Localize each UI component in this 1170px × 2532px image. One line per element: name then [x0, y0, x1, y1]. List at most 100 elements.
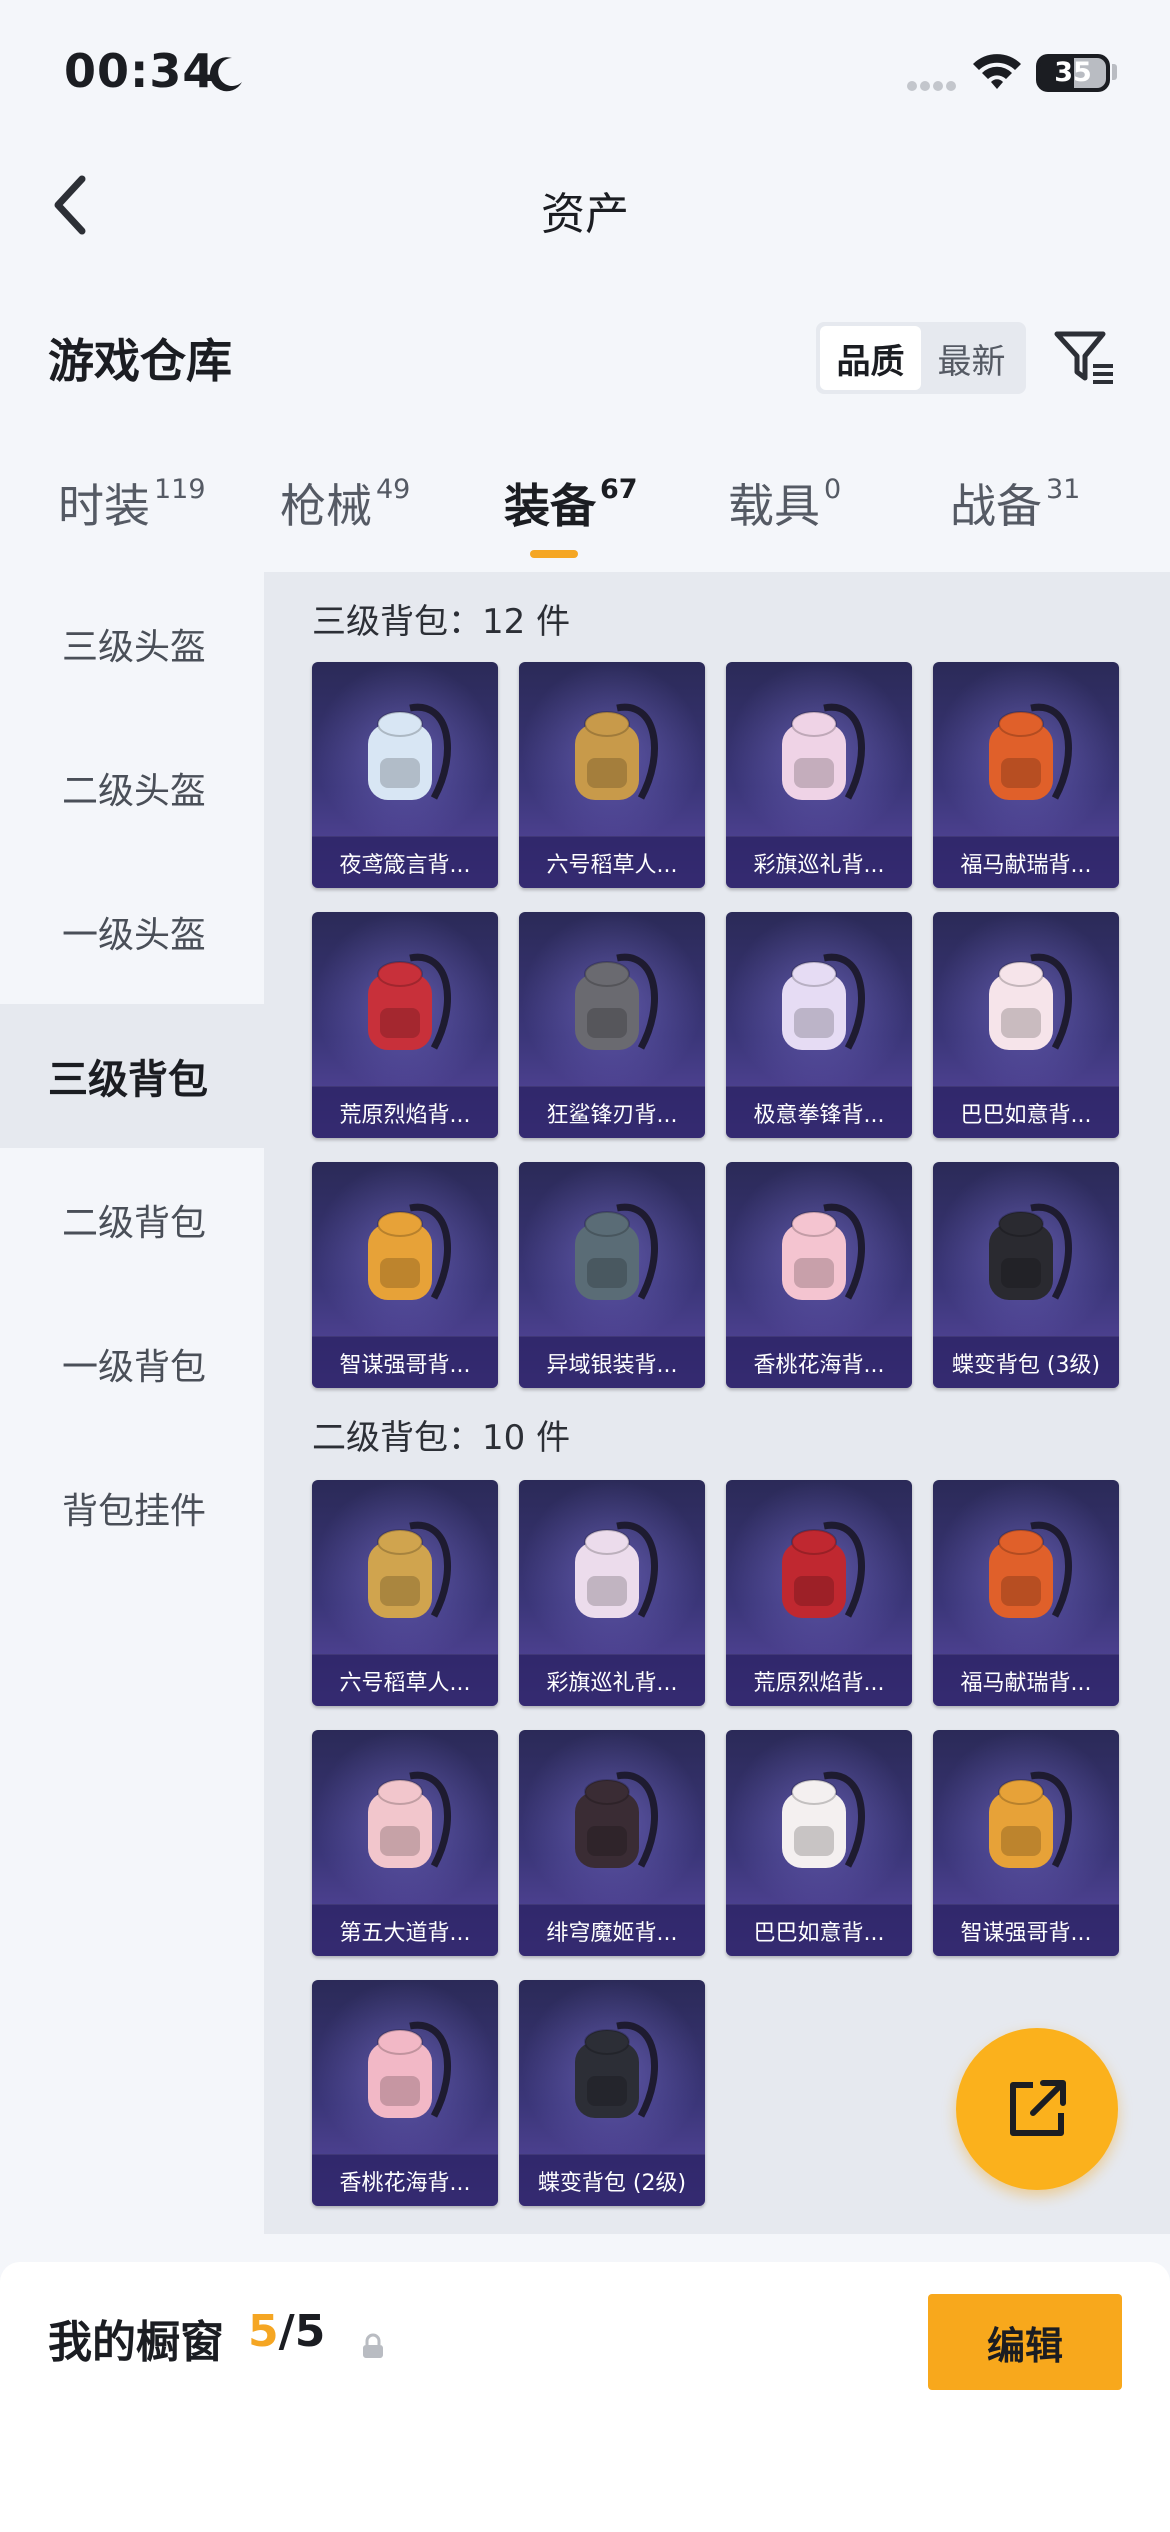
- item-card[interactable]: 蝶变背包 (3级): [933, 1162, 1119, 1388]
- battery-level: 35: [1054, 57, 1092, 88]
- filter-icon: [1054, 331, 1113, 384]
- item-card-label: 福马献瑞背...: [933, 836, 1119, 888]
- item-card[interactable]: 六号稻草人...: [312, 1480, 498, 1706]
- tab-firearms[interactable]: 枪械 49: [280, 470, 410, 536]
- backpack-image: [575, 1771, 658, 1868]
- showcase-current: 5: [248, 2306, 279, 2357]
- tab-supplies[interactable]: 战备 31: [950, 470, 1080, 536]
- active-tab-indicator: [530, 550, 578, 558]
- share-icon: [1010, 2080, 1066, 2136]
- sort-option-quality[interactable]: 品质: [820, 326, 921, 390]
- showcase-bar: 我的橱窗 5/5 编辑: [0, 2262, 1170, 2532]
- tab-vehicles[interactable]: 载具 0: [728, 470, 841, 536]
- item-card-label: 六号稻草人...: [312, 1654, 498, 1706]
- item-card[interactable]: 狂鲨锋刃背...: [519, 912, 705, 1138]
- item-card[interactable]: 彩旗巡礼背...: [519, 1480, 705, 1706]
- item-card-label: 蝶变背包 (3级): [933, 1336, 1119, 1388]
- sidebar-item-backpack-lv2[interactable]: 二级背包: [0, 1148, 264, 1292]
- sidebar-item-backpack-charm[interactable]: 背包挂件: [0, 1436, 264, 1580]
- backpack-image: [989, 1771, 1072, 1868]
- item-card-label: 香桃花海背...: [312, 2154, 498, 2206]
- backpack-image: [989, 1203, 1072, 1300]
- item-card-label: 巴巴如意背...: [933, 1086, 1119, 1138]
- tab-equipment[interactable]: 装备 67: [504, 470, 638, 536]
- tab-count: 31: [1046, 473, 1081, 505]
- sort-option-latest[interactable]: 最新: [921, 326, 1022, 390]
- tab-count: 67: [600, 473, 638, 505]
- share-button[interactable]: [956, 2028, 1118, 2190]
- back-button[interactable]: [40, 170, 100, 240]
- tab-label: 时装: [58, 479, 150, 533]
- item-card-label: 六号稻草人...: [519, 836, 705, 888]
- item-card[interactable]: 巴巴如意背...: [933, 912, 1119, 1138]
- tab-count: 119: [154, 473, 206, 505]
- item-card-label: 绯穹魔姬背...: [519, 1904, 705, 1956]
- sidebar-item-helmet-lv1[interactable]: 一级头盔: [0, 860, 264, 1004]
- item-card-label: 荒原烈焰背...: [726, 1654, 912, 1706]
- tab-label: 枪械: [280, 479, 372, 533]
- backpack-image: [989, 953, 1072, 1050]
- section-title-lv2: 二级背包：10 件: [312, 1418, 571, 1458]
- backpack-image: [782, 1203, 865, 1300]
- tab-label: 装备: [504, 479, 596, 533]
- item-card-label: 彩旗巡礼背...: [726, 836, 912, 888]
- edit-button[interactable]: 编辑: [928, 2294, 1122, 2390]
- sidebar-item-backpack-lv1[interactable]: 一级背包: [0, 1292, 264, 1436]
- backpack-image: [368, 2021, 451, 2118]
- status-time: 00:34: [64, 44, 216, 98]
- item-card[interactable]: 福马献瑞背...: [933, 662, 1119, 888]
- tab-label: 战备: [950, 479, 1042, 533]
- sidebar-item-helmet-lv2[interactable]: 二级头盔: [0, 716, 264, 860]
- item-card[interactable]: 智谋强哥背...: [312, 1162, 498, 1388]
- item-card[interactable]: 智谋强哥背...: [933, 1730, 1119, 1956]
- tab-count: 49: [376, 473, 411, 505]
- warehouse-heading: 游戏仓库: [48, 334, 232, 388]
- tab-count: 0: [824, 473, 842, 505]
- item-card[interactable]: 福马献瑞背...: [933, 1480, 1119, 1706]
- item-card-label: 第五大道背...: [312, 1904, 498, 1956]
- item-card-label: 香桃花海背...: [726, 1336, 912, 1388]
- item-card[interactable]: 巴巴如意背...: [726, 1730, 912, 1956]
- sidebar-item-backpack-lv3[interactable]: 三级背包: [0, 1004, 264, 1148]
- item-card-label: 异域银装背...: [519, 1336, 705, 1388]
- item-card-label: 蝶变背包 (2级): [519, 2154, 705, 2206]
- subcategory-sidebar: 三级头盔 二级头盔 一级头盔 三级背包 二级背包 一级背包 背包挂件: [0, 572, 264, 1580]
- backpack-image: [782, 953, 865, 1050]
- backpack-image: [368, 703, 451, 800]
- item-card[interactable]: 荒原烈焰背...: [312, 912, 498, 1138]
- item-card[interactable]: 异域银装背...: [519, 1162, 705, 1388]
- item-card-label: 夜鸢箴言背...: [312, 836, 498, 888]
- showcase-label: 我的橱窗: [48, 2317, 224, 2368]
- wifi-icon: [973, 54, 1021, 89]
- item-card[interactable]: 极意拳锋背...: [726, 912, 912, 1138]
- filter-button[interactable]: [1050, 322, 1120, 394]
- item-card[interactable]: 夜鸢箴言背...: [312, 662, 498, 888]
- item-panel: 三级背包：12 件 夜鸢箴言背... 六号稻草人... 彩旗巡礼背... 福马献瑞背.…: [264, 572, 1170, 2234]
- status-bar: 00:34 35: [0, 0, 1170, 140]
- lock-icon: [363, 2333, 383, 2358]
- showcase-count: 5/5: [248, 2306, 326, 2357]
- backpack-image: [575, 703, 658, 800]
- item-card[interactable]: 六号稻草人...: [519, 662, 705, 888]
- tab-label: 载具: [728, 479, 820, 533]
- item-card[interactable]: 荒原烈焰背...: [726, 1480, 912, 1706]
- battery-tip: [1112, 64, 1117, 80]
- backpack-image: [575, 1203, 658, 1300]
- item-card[interactable]: 香桃花海背...: [726, 1162, 912, 1388]
- item-card[interactable]: 香桃花海背...: [312, 1980, 498, 2206]
- tab-fashion[interactable]: 时装 119: [58, 470, 206, 536]
- backpack-image: [989, 703, 1072, 800]
- category-tabs: 时装 119 枪械 49 装备 67 载具 0 战备 31: [0, 470, 1170, 570]
- item-card[interactable]: 绯穹魔姬背...: [519, 1730, 705, 1956]
- backpack-image: [575, 1521, 658, 1618]
- sidebar-item-helmet-lv3[interactable]: 三级头盔: [0, 572, 264, 716]
- item-card[interactable]: 蝶变背包 (2级): [519, 1980, 705, 2206]
- backpack-image: [782, 703, 865, 800]
- item-card[interactable]: 彩旗巡礼背...: [726, 662, 912, 888]
- backpack-image: [575, 953, 658, 1050]
- backpack-image: [989, 1521, 1072, 1618]
- backpack-image: [368, 1203, 451, 1300]
- battery-icon: 35: [1036, 54, 1110, 92]
- item-card-label: 福马献瑞背...: [933, 1654, 1119, 1706]
- item-card[interactable]: 第五大道背...: [312, 1730, 498, 1956]
